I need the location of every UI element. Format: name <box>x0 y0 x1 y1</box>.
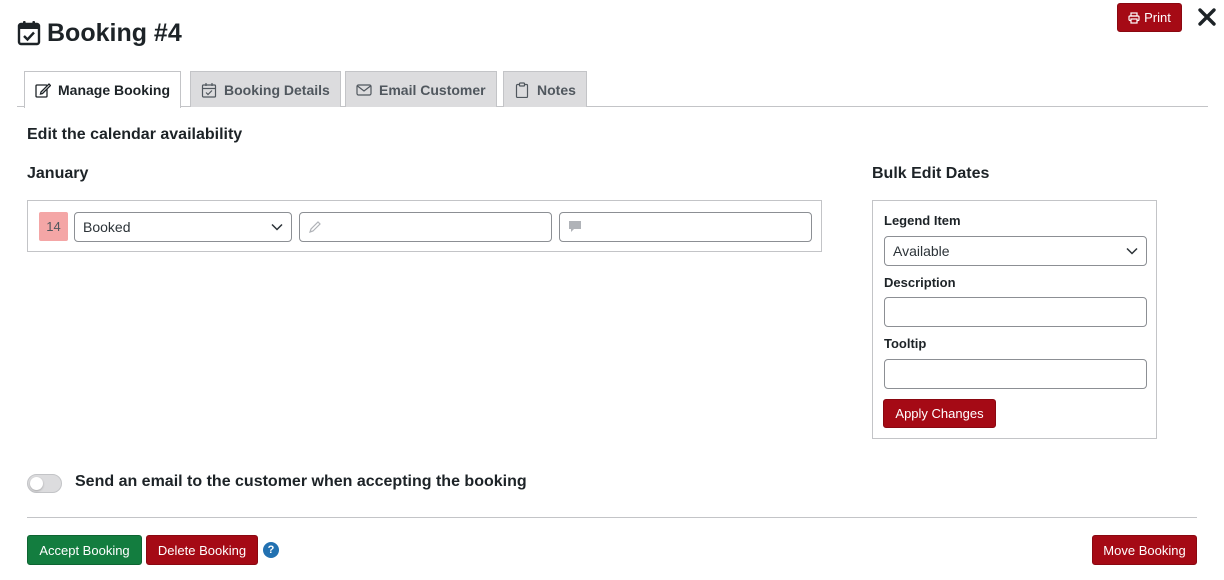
tab-label: Manage Booking <box>58 82 171 98</box>
day-badge: 14 <box>39 212 68 241</box>
email-toggle[interactable] <box>27 474 62 493</box>
delete-booking-button[interactable]: Delete Booking <box>146 535 258 565</box>
status-select-value: Booked <box>83 219 131 235</box>
clipboard-icon <box>514 81 530 98</box>
edit-icon <box>35 82 51 98</box>
accept-booking-button[interactable]: Accept Booking <box>27 535 142 565</box>
divider <box>27 517 1197 518</box>
tooltip-label: Tooltip <box>884 336 927 351</box>
tab-bar: Manage Booking Booking Details Email Cus… <box>17 71 1208 108</box>
description-label: Description <box>884 275 956 290</box>
tab-manage-booking[interactable]: Manage Booking <box>24 71 182 108</box>
tab-email-customer[interactable]: Email Customer <box>345 71 497 107</box>
print-label: Print <box>1144 10 1171 25</box>
tab-booking-details[interactable]: Booking Details <box>190 71 341 107</box>
help-icon[interactable]: ? <box>263 542 279 558</box>
month-heading: January <box>27 165 89 182</box>
page-title: Booking #4 <box>47 18 182 47</box>
email-toggle-label: Send an email to the customer when accep… <box>75 473 527 490</box>
chevron-down-icon <box>271 223 283 231</box>
tab-label: Email Customer <box>379 81 486 98</box>
envelope-icon <box>356 82 372 98</box>
legend-item-label: Legend Item <box>884 213 961 228</box>
tab-label: Booking Details <box>224 81 330 98</box>
bulk-edit-panel: Legend Item Available Description Toolti… <box>872 200 1157 439</box>
toggle-knob <box>30 477 43 490</box>
page-title-group: Booking #4 <box>17 16 182 50</box>
section-title: Edit the calendar availability <box>27 126 243 143</box>
printer-icon <box>1128 11 1140 24</box>
bulk-description-input[interactable] <box>884 297 1147 327</box>
calendar-check-icon <box>17 20 41 46</box>
calendar-icon <box>201 82 217 98</box>
apply-changes-button[interactable]: Apply Changes <box>883 399 996 428</box>
print-button[interactable]: Print <box>1117 3 1182 32</box>
close-icon[interactable] <box>1196 6 1218 28</box>
date-row: 14 Booked <box>27 200 822 252</box>
legend-item-value: Available <box>893 243 950 259</box>
bulk-edit-title: Bulk Edit Dates <box>872 165 990 182</box>
pencil-icon <box>308 220 322 234</box>
chevron-down-icon <box>1126 247 1138 255</box>
legend-item-select[interactable]: Available <box>884 236 1147 266</box>
date-description-input[interactable] <box>299 212 552 242</box>
move-booking-button[interactable]: Move Booking <box>1092 535 1197 565</box>
comment-icon <box>568 220 582 234</box>
date-tooltip-input[interactable] <box>559 212 812 242</box>
status-select[interactable]: Booked <box>74 212 292 242</box>
bulk-tooltip-input[interactable] <box>884 359 1147 389</box>
tab-label: Notes <box>537 81 576 98</box>
tab-notes[interactable]: Notes <box>503 71 587 107</box>
